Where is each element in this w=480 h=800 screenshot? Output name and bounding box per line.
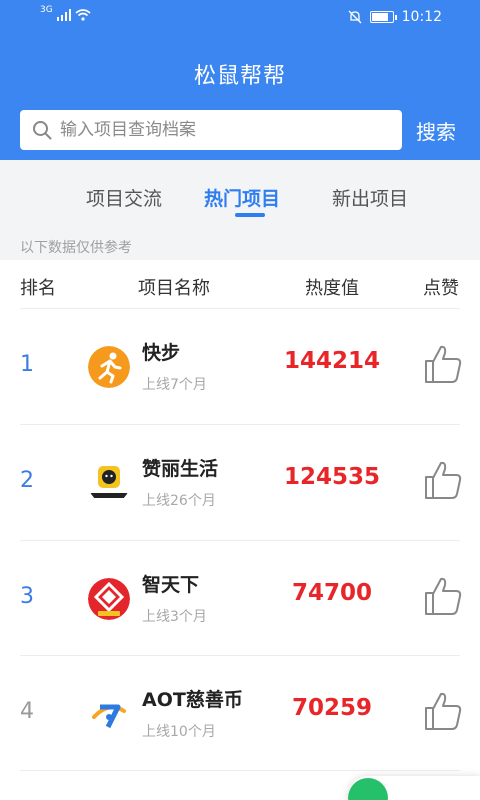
project-name: 智天下 <box>142 574 200 596</box>
divider <box>20 655 460 656</box>
project-row[interactable]: 3 智天下 上线3个月 74700 <box>0 542 480 656</box>
tab-hot-projects[interactable]: 热门项目 <box>204 184 280 211</box>
search-box[interactable] <box>20 110 402 150</box>
network-type: 3G <box>40 5 53 15</box>
heat-value: 70259 <box>291 695 373 721</box>
search-icon <box>33 121 52 140</box>
thumbs-up-icon[interactable] <box>424 576 462 616</box>
zhitianxia-logo-icon <box>88 578 130 620</box>
search-button[interactable]: 搜索 <box>416 116 456 145</box>
heat-value: 144214 <box>283 348 381 374</box>
rank-number: 3 <box>20 584 34 609</box>
column-rank: 排名 <box>20 278 56 299</box>
heat-value: 124535 <box>283 464 381 490</box>
thumbs-up-icon[interactable] <box>424 460 462 500</box>
battery-icon <box>369 11 397 23</box>
divider <box>20 424 460 425</box>
battery-fill <box>371 13 388 21</box>
thumbs-up-icon[interactable] <box>424 344 462 384</box>
rank-number: 1 <box>20 352 34 377</box>
online-duration: 上线26个月 <box>142 493 216 509</box>
aot-logo-icon <box>88 693 130 735</box>
clock: 10:12 <box>401 9 442 25</box>
column-name: 项目名称 <box>138 278 210 299</box>
rank-number: 4 <box>20 699 34 724</box>
tab-project-exchange[interactable]: 项目交流 <box>86 184 162 211</box>
project-name: 赞丽生活 <box>142 458 219 480</box>
project-row[interactable]: 4 AOT慈善币 上线10个月 70259 <box>0 657 480 771</box>
fab-icon <box>348 778 388 800</box>
project-row[interactable]: 1 快步 上线7个月 144214 <box>0 310 480 424</box>
rank-number: 2 <box>20 468 34 493</box>
divider <box>20 308 460 309</box>
app-title: 松鼠帮帮 <box>193 64 286 89</box>
app-header: 3G 10:12 松鼠帮帮 搜索 <box>0 0 480 160</box>
wifi-icon <box>75 9 91 21</box>
runner-logo-icon <box>88 346 130 388</box>
tab-new-projects[interactable]: 新出项目 <box>332 184 408 211</box>
signal-icon <box>56 9 71 21</box>
online-duration: 上线3个月 <box>142 609 207 625</box>
column-heat: 热度值 <box>305 278 359 299</box>
floating-action-button[interactable] <box>348 776 480 800</box>
project-name: AOT慈善币 <box>142 689 243 711</box>
project-row[interactable]: 2 赞丽生活 上线26个月 124535 <box>0 426 480 540</box>
divider <box>20 770 460 771</box>
thumbs-up-icon[interactable] <box>424 691 462 731</box>
mute-icon <box>348 10 362 24</box>
active-tab-indicator <box>235 213 265 217</box>
zanli-logo-icon <box>88 462 130 504</box>
data-notice: 以下数据仅供参考 <box>20 240 132 256</box>
status-bar: 3G 10:12 <box>0 0 480 36</box>
heat-value: 74700 <box>291 580 373 606</box>
column-like: 点赞 <box>423 278 459 299</box>
divider <box>20 540 460 541</box>
search-input[interactable] <box>60 120 360 140</box>
project-name: 快步 <box>142 342 181 364</box>
online-duration: 上线7个月 <box>142 377 207 393</box>
online-duration: 上线10个月 <box>142 724 216 740</box>
